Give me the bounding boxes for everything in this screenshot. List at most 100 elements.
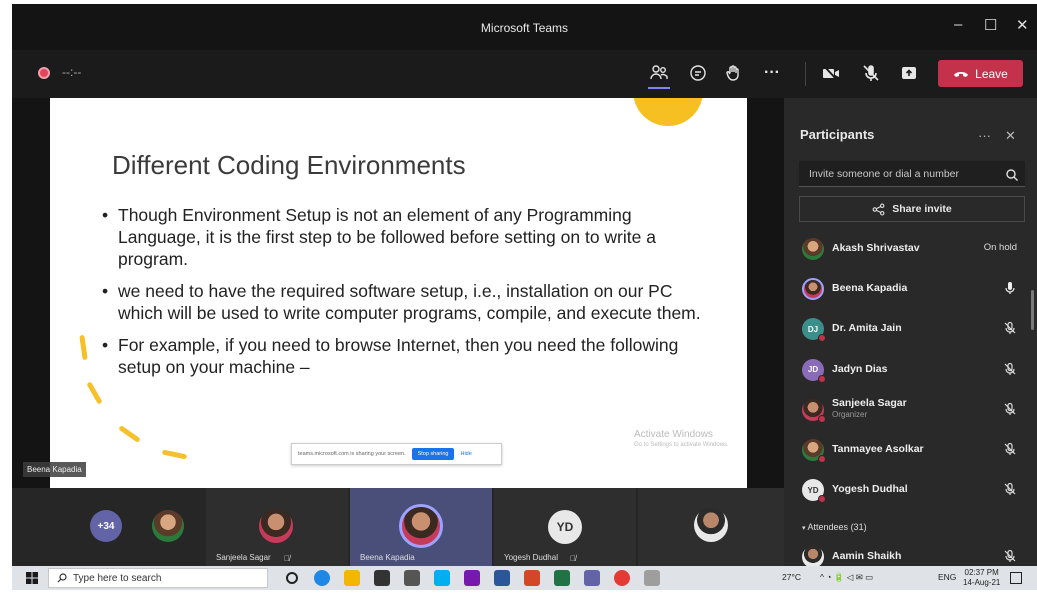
activate-windows-watermark: Activate Windows Go to Settings to activ…: [634, 430, 729, 450]
windows-start-icon[interactable]: [26, 572, 38, 584]
bullet-item: we need to have the required software se…: [102, 280, 702, 324]
system-tray-icons[interactable]: ^ ◔ 🔋 ◁ ✉ ▭: [820, 572, 873, 583]
mic-off-icon: [1004, 549, 1016, 562]
avatar-initials: DJ: [807, 324, 819, 334]
chrome-icon[interactable]: [614, 570, 630, 586]
participant-row[interactable]: DJ Dr. Amita Jain: [784, 310, 1029, 350]
tile-name: Beena Kapadia: [360, 553, 415, 562]
screen-share-notice: teams.microsoft.com is sharing your scre…: [291, 443, 502, 465]
store-icon[interactable]: [374, 570, 390, 586]
leave-label: Leave: [975, 66, 1008, 81]
participant-name: Sanjeela Sagar: [832, 396, 907, 409]
participant-row[interactable]: Akash Shrivastav On hold: [784, 230, 1029, 270]
search-icon[interactable]: [1005, 168, 1019, 182]
mic-off-icon: [1004, 322, 1016, 335]
avatar-initials: JD: [807, 365, 819, 375]
leave-button[interactable]: Leave: [938, 60, 1023, 87]
powerpoint-icon[interactable]: [524, 570, 540, 586]
panel-scrollbar[interactable]: [1031, 290, 1034, 330]
active-speaker-tile[interactable]: Beena Kapadia: [350, 488, 492, 566]
weather-status[interactable]: 27°C: [782, 572, 801, 582]
excel-icon[interactable]: [554, 570, 570, 586]
panel-more-button[interactable]: ···: [978, 128, 991, 143]
mic-off-icon: 🎙̸: [570, 554, 576, 563]
share-invite-button[interactable]: Share invite: [799, 196, 1025, 222]
participant-tile[interactable]: YD Yogesh Dudhal 🎙̸: [494, 488, 636, 566]
file-explorer-icon[interactable]: [344, 570, 360, 586]
participant-row[interactable]: Tanmayee Asolkar: [784, 431, 1029, 471]
avatar: [694, 508, 728, 542]
bullet-item: For example, if you need to browse Inter…: [102, 334, 702, 378]
hide-button[interactable]: Hide: [460, 451, 471, 457]
mail-icon[interactable]: [404, 570, 420, 586]
chevron-down-icon: ▾: [802, 525, 806, 532]
more-actions-button[interactable]: ···: [759, 60, 785, 86]
word-icon[interactable]: [494, 570, 510, 586]
presenter-name-tag: Beena Kapadia: [23, 462, 86, 477]
watermark-title: Activate Windows: [634, 429, 713, 440]
teams-icon[interactable]: [584, 570, 600, 586]
avatar: [802, 438, 826, 463]
camera-button[interactable]: [818, 60, 844, 86]
share-screen-button[interactable]: [896, 60, 922, 86]
participant-tile[interactable]: Sanjeela Sagar 🎙̸: [206, 488, 348, 566]
mic-off-icon: [863, 65, 879, 81]
cortana-icon[interactable]: [286, 572, 298, 584]
participant-row[interactable]: Sanjeela Sagar Organizer: [784, 391, 1029, 431]
meeting-toolbar: --:-- ··· Leave: [12, 50, 1037, 98]
participants-button[interactable]: [646, 60, 672, 86]
decorative-dash: [118, 425, 141, 443]
presence-dot: [818, 334, 826, 343]
panel-close-button[interactable]: ✕: [1005, 128, 1016, 144]
language-indicator[interactable]: ENG: [938, 572, 956, 582]
edge-icon[interactable]: [314, 570, 330, 586]
participant-name: Yogesh Dudhal: [832, 483, 908, 496]
clock-date: 14-Aug-21: [963, 578, 1001, 587]
avatar: YD: [548, 510, 582, 544]
participant-row[interactable]: Beena Kapadia: [784, 270, 1029, 310]
hang-up-icon: [954, 71, 969, 77]
share-tray-icon: [902, 67, 916, 79]
presence-dot: [818, 495, 826, 504]
attendees-section-header[interactable]: ▾ Attendees (31): [802, 522, 867, 532]
decorative-dash: [79, 334, 88, 361]
maximize-button[interactable]: ☐: [984, 16, 997, 34]
mic-button[interactable]: [858, 60, 884, 86]
mic-off-icon: [1004, 362, 1016, 375]
participant-row[interactable]: YD Yogesh Dudhal: [784, 471, 1029, 511]
reactions-button[interactable]: [721, 60, 747, 86]
avatar: JD: [802, 358, 826, 383]
chat-button[interactable]: [685, 60, 711, 86]
avatar: [802, 398, 826, 423]
avatar: [152, 510, 184, 542]
tile-name: Sanjeela Sagar: [216, 553, 271, 562]
participant-tile[interactable]: [638, 488, 784, 566]
slide-title: Different Coding Environments: [112, 150, 466, 180]
participant-name: Tanmayee Asolkar: [832, 442, 924, 455]
participant-status: On hold: [983, 242, 1017, 253]
search-placeholder: Type here to search: [73, 572, 162, 584]
taskbar-search[interactable]: Type here to search: [48, 568, 268, 588]
participant-name: Aamin Shaikh: [832, 550, 902, 562]
invite-input[interactable]: [799, 161, 1025, 187]
system-clock[interactable]: 02:37 PM 14-Aug-21: [963, 568, 1000, 588]
notification-icon[interactable]: [1010, 572, 1022, 584]
close-button[interactable]: ✕: [1016, 16, 1029, 34]
participant-list: Akash Shrivastav On hold Beena Kapadia D…: [784, 230, 1029, 511]
onenote-icon[interactable]: [464, 570, 480, 586]
overflow-tile[interactable]: +34: [12, 488, 204, 566]
decorative-circle: [633, 98, 703, 126]
bullet-item: Though Environment Setup is not an eleme…: [102, 204, 702, 270]
tile-name: Yogesh Dudhal: [504, 553, 558, 562]
minimize-button[interactable]: –: [954, 16, 962, 33]
stop-sharing-button[interactable]: Stop sharing: [411, 448, 455, 460]
shared-screen-stage: Different Coding Environments Though Env…: [12, 98, 784, 492]
participant-row[interactable]: JD Jadyn Dias: [784, 351, 1029, 391]
clock-time: 02:37 PM: [964, 568, 999, 577]
avatar: [399, 504, 443, 548]
avatar: [802, 546, 824, 568]
presentation-slide: Different Coding Environments Though Env…: [50, 98, 747, 488]
meeting-timer: --:--: [62, 65, 82, 79]
skype-icon[interactable]: [434, 570, 450, 586]
snipping-tool-icon[interactable]: [644, 570, 660, 586]
